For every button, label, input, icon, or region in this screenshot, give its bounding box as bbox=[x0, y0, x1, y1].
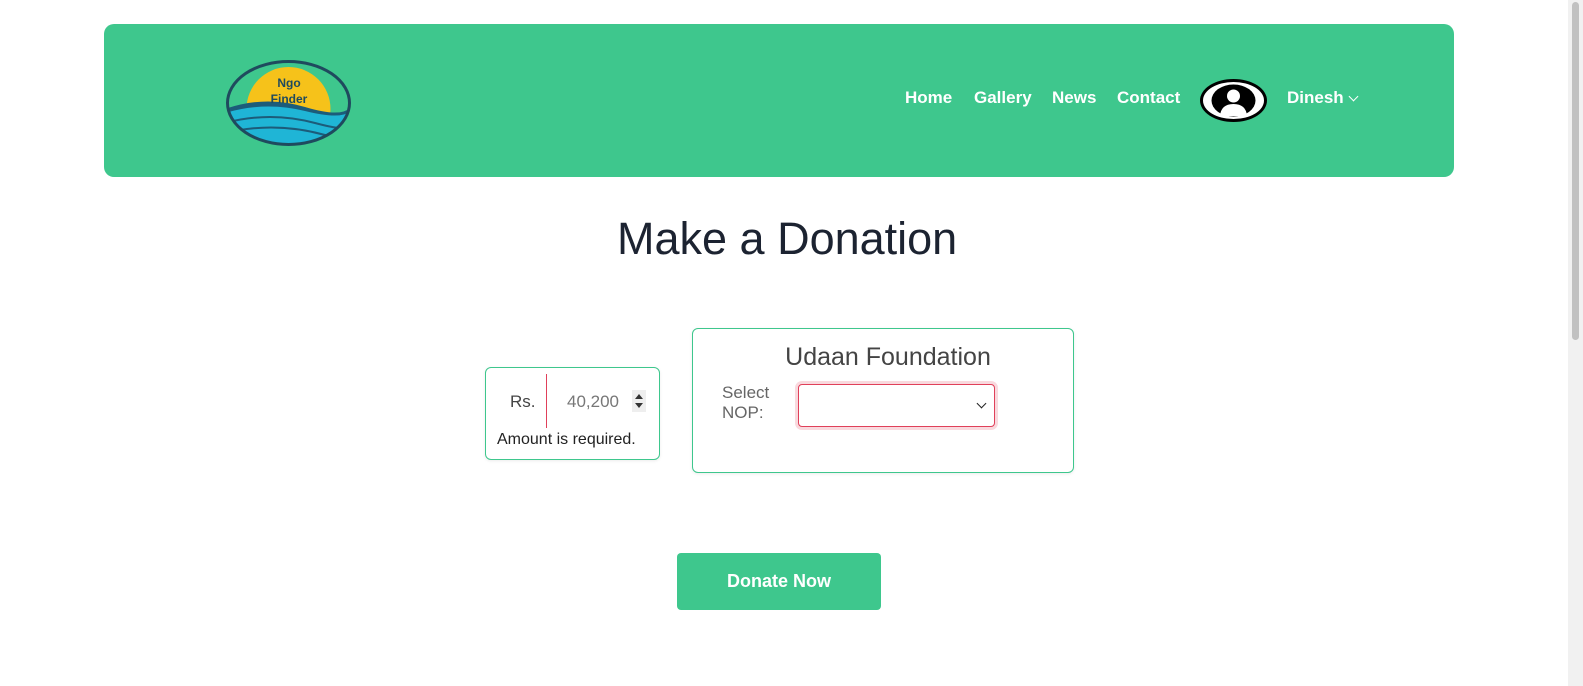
stepper-up-icon[interactable] bbox=[635, 394, 643, 399]
donate-now-button[interactable]: Donate Now bbox=[677, 553, 881, 610]
stepper-down-icon[interactable] bbox=[635, 403, 643, 408]
currency-label: Rs. bbox=[510, 392, 536, 411]
site-header: Ngo Finder Home Gallery News Contact Din… bbox=[104, 24, 1454, 177]
amount-card: Rs. Amount is required. bbox=[485, 367, 660, 460]
user-name: Dinesh bbox=[1287, 88, 1344, 107]
scrollbar-thumb[interactable] bbox=[1572, 2, 1579, 340]
main-nav: Home Gallery News Contact Dinesh bbox=[104, 79, 1454, 122]
nav-news[interactable]: News bbox=[1052, 88, 1096, 108]
chevron-down-icon bbox=[976, 398, 987, 409]
nav-home[interactable]: Home bbox=[905, 88, 952, 108]
person-icon bbox=[1203, 82, 1264, 119]
amount-stepper[interactable] bbox=[632, 390, 646, 412]
amount-error-message: Amount is required. bbox=[497, 431, 636, 448]
page-title: Make a Donation bbox=[617, 213, 958, 264]
nop-select[interactable] bbox=[798, 384, 995, 427]
organization-card: Udaan Foundation Select NOP: bbox=[692, 328, 1074, 473]
amount-input[interactable] bbox=[556, 388, 636, 416]
nav-contact[interactable]: Contact bbox=[1117, 88, 1180, 108]
page-scrollbar[interactable] bbox=[1568, 0, 1583, 686]
organization-name: Udaan Foundation bbox=[785, 343, 991, 371]
chevron-down-icon bbox=[1348, 91, 1359, 101]
user-avatar-icon[interactable] bbox=[1200, 79, 1267, 122]
user-menu-dropdown[interactable]: Dinesh bbox=[1287, 88, 1359, 108]
nop-label: Select NOP: bbox=[722, 383, 770, 422]
nav-gallery[interactable]: Gallery bbox=[974, 88, 1032, 108]
input-divider bbox=[546, 374, 547, 428]
